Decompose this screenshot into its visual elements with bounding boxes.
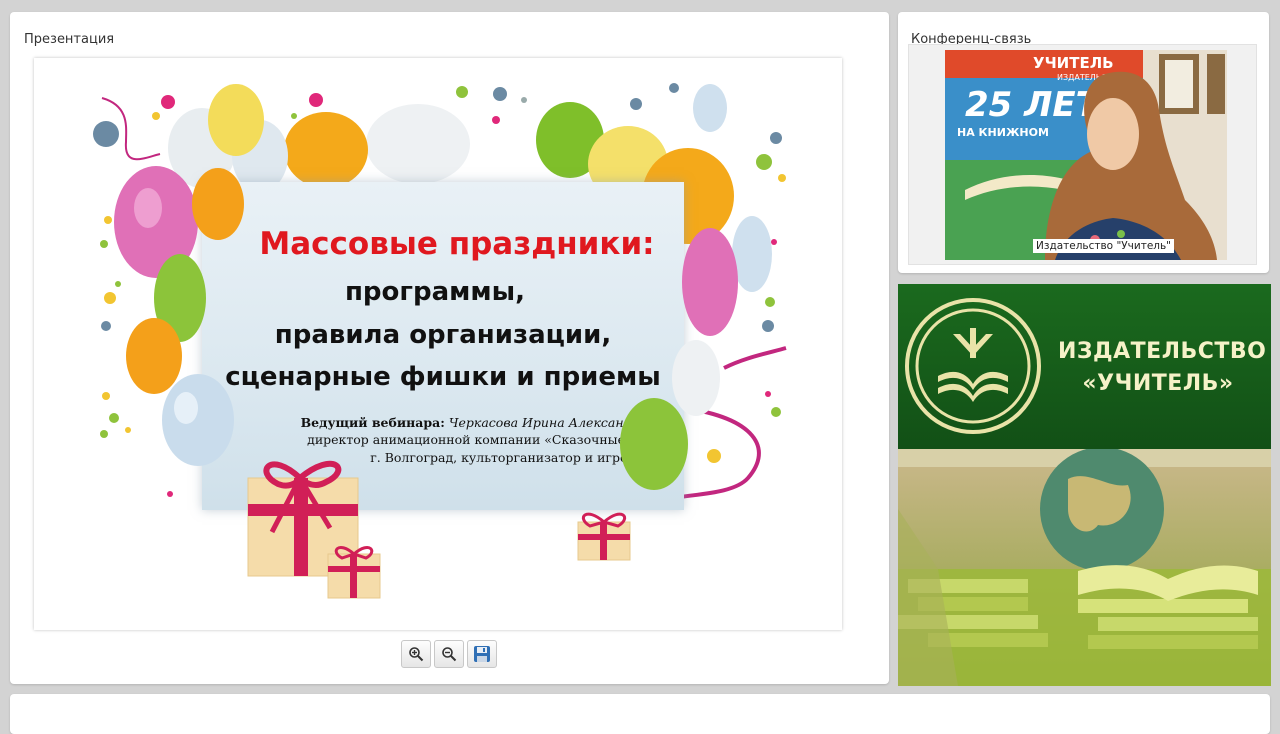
save-icon <box>474 646 490 662</box>
slide-line-3: сценарные фишки и приемы <box>225 362 661 392</box>
slide-line-2: правила организации, <box>274 320 612 350</box>
slide-host-line: Ведущий вебинара: Черкасова Ирина Алекса… <box>301 415 674 430</box>
publisher-name-line-1: ИЗДАТЕЛЬСТВО <box>1058 339 1267 364</box>
publisher-name: ИЗДАТЕЛЬСТВО «УЧИТЕЛЬ» <box>1058 336 1267 400</box>
zoom-out-button[interactable] <box>434 640 464 668</box>
banner-line-3: 25 ЛЕТ <box>965 85 1102 125</box>
bottom-panel <box>10 694 1270 734</box>
zoom-out-icon <box>442 647 457 662</box>
publisher-name-line-2: «УЧИТЕЛЬ» <box>1082 371 1234 396</box>
banner-line-1: УЧИТЕЛЬ <box>1033 54 1114 72</box>
publisher-promo: ИЗДАТЕЛЬСТВО «УЧИТЕЛЬ» <box>898 284 1271 686</box>
slide-host-city: г. Волгоград, культорганизатор и игромас… <box>370 450 674 465</box>
slide-line-1: программы, <box>344 277 526 307</box>
slide-host-label: Ведущий вебинара: <box>300 415 445 430</box>
presentation-panel-title: Презентация <box>24 32 115 47</box>
slide-host-name: Черкасова Ирина Александровна, <box>448 415 674 430</box>
webcam-frame: УЧИТЕЛЬ ИЗДАТЕЛЬСТВО 25 ЛЕТ НА КНИЖНОМ <box>945 50 1227 260</box>
slide-headline: Массовые праздники: <box>259 226 655 262</box>
zoom-in-icon <box>409 647 424 662</box>
banner-line-4: НА КНИЖНОМ <box>957 126 1049 139</box>
zoom-in-button[interactable] <box>401 640 431 668</box>
presentation-slide: Массовые праздники: программы, правила о… <box>34 58 842 630</box>
participant-caption: Издательство "Учитель" <box>1033 239 1175 253</box>
publisher-logo-icon <box>905 298 1041 434</box>
save-button[interactable] <box>467 640 497 668</box>
publisher-books-image <box>898 447 1271 686</box>
books-globe-illustration <box>898 447 1271 686</box>
presentation-panel: Презентация Массовые праздники: программ… <box>10 12 889 684</box>
conference-panel: Конференц-связь УЧИТЕЛЬ ИЗДАТЕЛЬСТВО 25 … <box>898 12 1269 273</box>
slide-host-role: директор анимационной компании «Сказочны… <box>307 432 674 447</box>
publisher-header: ИЗДАТЕЛЬСТВО «УЧИТЕЛЬ» <box>898 284 1271 449</box>
webcam-video[interactable]: УЧИТЕЛЬ ИЗДАТЕЛЬСТВО 25 ЛЕТ НА КНИЖНОМ И… <box>908 44 1257 265</box>
slide-title-card: Массовые праздники: программы, правила о… <box>202 182 684 510</box>
